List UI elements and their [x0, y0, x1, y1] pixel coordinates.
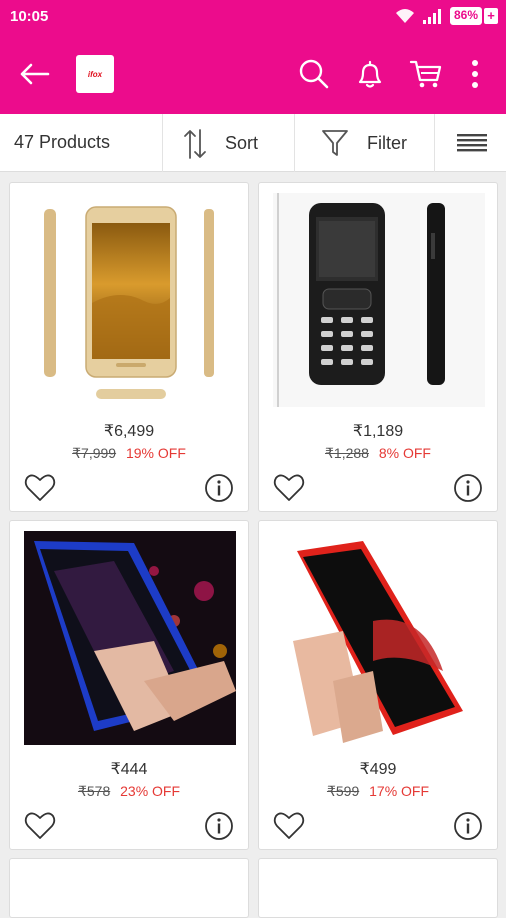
cart-icon — [409, 60, 442, 88]
product-image[interactable] — [273, 531, 485, 745]
back-arrow-icon — [20, 63, 50, 85]
cart-button[interactable] — [406, 54, 446, 94]
price-details: ₹7,999 19% OFF — [10, 445, 248, 462]
search-icon — [299, 59, 329, 89]
info-icon — [454, 812, 482, 840]
more-vertical-icon — [472, 60, 478, 88]
filter-toolbar: 47 Products Sort Filter — [0, 114, 506, 172]
discount-label: 8% OFF — [378, 445, 431, 461]
search-button[interactable] — [294, 54, 334, 94]
product-card[interactable]: ₹444 ₹578 23% OFF — [9, 520, 249, 850]
heart-icon — [24, 474, 56, 501]
price-details: ₹1,288 8% OFF — [259, 445, 497, 462]
app-bar: ifox — [0, 34, 506, 114]
wishlist-button[interactable] — [273, 473, 305, 503]
product-price: ₹1,189 — [352, 423, 404, 440]
wishlist-button[interactable] — [24, 811, 56, 841]
charging-icon: + — [484, 8, 498, 24]
product-card[interactable] — [258, 858, 498, 918]
list-view-icon — [457, 134, 487, 152]
product-card[interactable]: ₹6,499 ₹7,999 19% OFF — [9, 182, 249, 512]
info-button[interactable] — [453, 811, 483, 841]
bell-icon — [358, 60, 382, 88]
info-icon — [454, 474, 482, 502]
wishlist-button[interactable] — [24, 473, 56, 503]
original-price: ₹578 — [77, 783, 111, 799]
filter-label: Filter — [367, 133, 407, 153]
logo-text: ifox — [87, 69, 103, 79]
original-price: ₹1,288 — [325, 445, 369, 461]
product-image[interactable] — [24, 193, 236, 407]
product-price: ₹444 — [110, 761, 148, 778]
product-card[interactable]: ₹1,189 ₹1,288 8% OFF — [258, 182, 498, 512]
heart-icon — [273, 812, 305, 839]
battery-indicator: 86% + — [449, 7, 498, 25]
status-bar: 10:05 86% + — [0, 0, 506, 34]
signal-icon — [422, 9, 441, 24]
back-button[interactable] — [14, 54, 54, 94]
product-image[interactable] — [273, 193, 485, 407]
sort-label: Sort — [225, 133, 259, 153]
product-image[interactable] — [24, 531, 236, 745]
sort-icon — [184, 129, 206, 159]
original-price: ₹599 — [326, 783, 360, 799]
price-details: ₹578 23% OFF — [10, 783, 248, 800]
notifications-button[interactable] — [350, 54, 390, 94]
more-options-button[interactable] — [458, 54, 492, 94]
heart-icon — [24, 812, 56, 839]
status-icons: 86% + — [394, 7, 498, 25]
product-price: ₹6,499 — [103, 423, 155, 440]
product-card[interactable] — [9, 858, 249, 918]
product-price: ₹499 — [359, 761, 397, 778]
view-toggle-button[interactable] — [434, 114, 506, 172]
brand-logo[interactable]: ifox — [76, 55, 114, 93]
product-grid: ₹6,499 ₹7,999 19% OFF ₹1,189 ₹1,288 8% O… — [0, 172, 506, 918]
discount-label: 23% OFF — [120, 783, 181, 799]
discount-label: 19% OFF — [125, 445, 186, 461]
battery-level: 86% — [449, 7, 482, 25]
original-price: ₹7,999 — [72, 445, 117, 461]
info-icon — [205, 474, 233, 502]
product-card[interactable]: ₹499 ₹599 17% OFF — [258, 520, 498, 850]
heart-icon — [273, 474, 305, 501]
wifi-icon — [395, 9, 414, 23]
info-button[interactable] — [204, 473, 234, 503]
info-button[interactable] — [453, 473, 483, 503]
discount-label: 17% OFF — [369, 783, 430, 799]
product-count: 47 Products — [14, 132, 111, 152]
info-button[interactable] — [204, 811, 234, 841]
info-icon — [205, 812, 233, 840]
sort-button[interactable]: Sort — [162, 114, 294, 172]
wishlist-button[interactable] — [273, 811, 305, 841]
filter-icon — [322, 130, 348, 156]
status-time: 10:05 — [10, 8, 49, 25]
price-details: ₹599 17% OFF — [259, 783, 497, 800]
filter-button[interactable]: Filter — [294, 114, 434, 172]
